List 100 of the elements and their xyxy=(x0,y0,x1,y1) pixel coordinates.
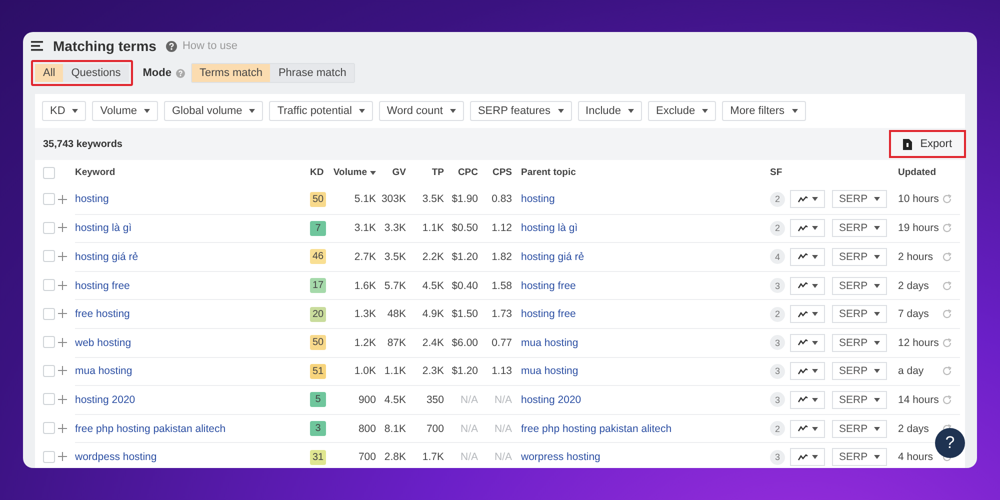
serp-dropdown[interactable]: SERP xyxy=(832,362,887,380)
caret-icon xyxy=(874,426,880,431)
keyword-link[interactable]: free php hosting pakistan alitech xyxy=(75,422,226,435)
filter-dropdown[interactable]: Word count xyxy=(378,101,464,121)
keyword-link[interactable]: mua hosting xyxy=(75,365,132,378)
serp-dropdown[interactable]: SERP xyxy=(832,420,887,438)
table-cell: N/A xyxy=(460,451,478,464)
parent-topic-link[interactable]: mua hosting xyxy=(521,365,578,378)
keyword-link[interactable]: wordpess hosting xyxy=(75,451,157,464)
filter-dropdown[interactable]: Exclude xyxy=(648,101,716,121)
plus-icon[interactable] xyxy=(58,280,67,290)
caret-icon xyxy=(702,109,708,113)
keyword-link[interactable]: web hosting xyxy=(75,336,132,349)
keyword-link[interactable]: hosting giá rẻ xyxy=(75,250,138,263)
caret-icon xyxy=(144,109,150,113)
filter-dropdown[interactable]: Include xyxy=(578,101,642,121)
column-header[interactable]: CPS xyxy=(492,167,512,178)
trend-dropdown[interactable] xyxy=(790,190,825,208)
filter-dropdown[interactable]: Volume xyxy=(92,101,158,121)
plus-icon[interactable] xyxy=(58,424,67,433)
column-header[interactable]: GV xyxy=(392,167,406,178)
trend-icon xyxy=(798,253,808,260)
trend-dropdown[interactable] xyxy=(790,390,825,409)
parent-topic-link[interactable]: mua hosting xyxy=(521,336,578,349)
column-header[interactable]: SF xyxy=(770,167,782,178)
trend-dropdown[interactable] xyxy=(790,305,825,324)
filter-dropdown[interactable]: KD xyxy=(42,101,86,121)
checkbox[interactable] xyxy=(43,450,55,463)
checkbox[interactable] xyxy=(43,336,55,348)
checkbox[interactable] xyxy=(43,308,55,320)
trend-dropdown[interactable] xyxy=(790,219,825,238)
checkbox[interactable] xyxy=(43,193,55,206)
filter-dropdown[interactable]: SERP features xyxy=(470,101,572,121)
serp-dropdown[interactable]: SERP xyxy=(832,219,887,238)
table-cell: N/A xyxy=(460,394,478,406)
checkbox[interactable] xyxy=(43,364,55,377)
table-cell: 0.77 xyxy=(492,336,512,349)
serp-dropdown[interactable]: SERP xyxy=(832,448,887,466)
serp-dropdown[interactable]: SERP xyxy=(832,305,887,324)
keyword-link[interactable]: hosting free xyxy=(75,280,130,292)
serp-dropdown[interactable]: SERP xyxy=(832,390,887,409)
caret-icon xyxy=(812,369,818,374)
serp-dropdown[interactable]: SERP xyxy=(832,334,887,352)
plus-icon[interactable] xyxy=(58,366,67,376)
trend-dropdown[interactable] xyxy=(790,362,825,380)
plus-icon[interactable] xyxy=(58,452,67,462)
plus-icon[interactable] xyxy=(58,309,67,318)
table-cell: $1.50 xyxy=(452,308,478,320)
parent-topic-link[interactable]: worpress hosting xyxy=(521,451,600,464)
mode-tab[interactable]: Terms match xyxy=(192,64,270,82)
table-cell: 1.6K xyxy=(354,280,376,292)
checkbox[interactable] xyxy=(43,279,55,292)
parent-topic-link[interactable]: free php hosting pakistan alitech xyxy=(521,422,672,435)
serp-features-count: 3 xyxy=(770,364,785,379)
keyword-link[interactable]: hosting là gì xyxy=(75,222,132,234)
serp-dropdown[interactable]: SERP xyxy=(832,276,887,295)
checkbox[interactable] xyxy=(43,393,55,406)
export-button[interactable]: Export xyxy=(889,130,966,158)
parent-topic-link[interactable]: hosting xyxy=(521,193,555,206)
trend-dropdown[interactable] xyxy=(790,248,825,266)
column-header[interactable]: TP xyxy=(432,167,444,178)
plus-icon[interactable] xyxy=(58,338,67,347)
checkbox[interactable] xyxy=(43,166,55,178)
serp-dropdown[interactable]: SERP xyxy=(832,190,887,208)
parent-topic-link[interactable]: hosting giá rẻ xyxy=(521,250,584,263)
column-header[interactable]: CPC xyxy=(458,167,478,178)
scope-tab[interactable]: All xyxy=(35,64,64,82)
trend-dropdown[interactable] xyxy=(790,420,825,438)
parent-topic-link[interactable]: hosting free xyxy=(521,308,576,320)
trend-dropdown[interactable] xyxy=(790,276,825,295)
trend-dropdown[interactable] xyxy=(790,448,825,466)
parent-topic-link[interactable]: hosting free xyxy=(521,280,576,292)
serp-dropdown[interactable]: SERP xyxy=(832,248,887,266)
plus-icon[interactable] xyxy=(58,194,67,204)
filter-dropdown[interactable]: Traffic potential xyxy=(269,101,373,121)
caret-icon xyxy=(874,226,880,230)
column-header[interactable]: KD xyxy=(310,167,324,178)
filter-dropdown[interactable]: More filters xyxy=(722,101,806,121)
keyword-link[interactable]: free hosting xyxy=(75,308,130,320)
trend-dropdown[interactable] xyxy=(790,334,825,352)
menu-icon[interactable] xyxy=(31,41,43,51)
filter-dropdown[interactable]: Global volume xyxy=(164,101,264,121)
plus-icon[interactable] xyxy=(58,394,67,404)
checkbox[interactable] xyxy=(43,422,55,434)
caret-icon xyxy=(812,226,818,230)
mode-tab[interactable]: Phrase match xyxy=(270,64,354,82)
checkbox[interactable] xyxy=(43,222,55,234)
column-header[interactable]: Parent topic xyxy=(521,167,576,178)
plus-icon[interactable] xyxy=(58,252,67,261)
scope-tab[interactable]: Questions xyxy=(63,64,129,82)
checkbox[interactable] xyxy=(43,250,55,262)
column-header[interactable]: Updated xyxy=(898,167,936,178)
column-header[interactable]: Keyword xyxy=(75,167,116,178)
keyword-link[interactable]: hosting 2020 xyxy=(75,394,136,406)
parent-topic-link[interactable]: hosting là gì xyxy=(521,222,578,234)
trend-icon xyxy=(798,339,808,346)
keyword-link[interactable]: hosting xyxy=(75,193,109,206)
column-header[interactable]: Volume xyxy=(333,167,376,178)
parent-topic-link[interactable]: hosting 2020 xyxy=(521,394,582,406)
plus-icon[interactable] xyxy=(58,223,67,232)
